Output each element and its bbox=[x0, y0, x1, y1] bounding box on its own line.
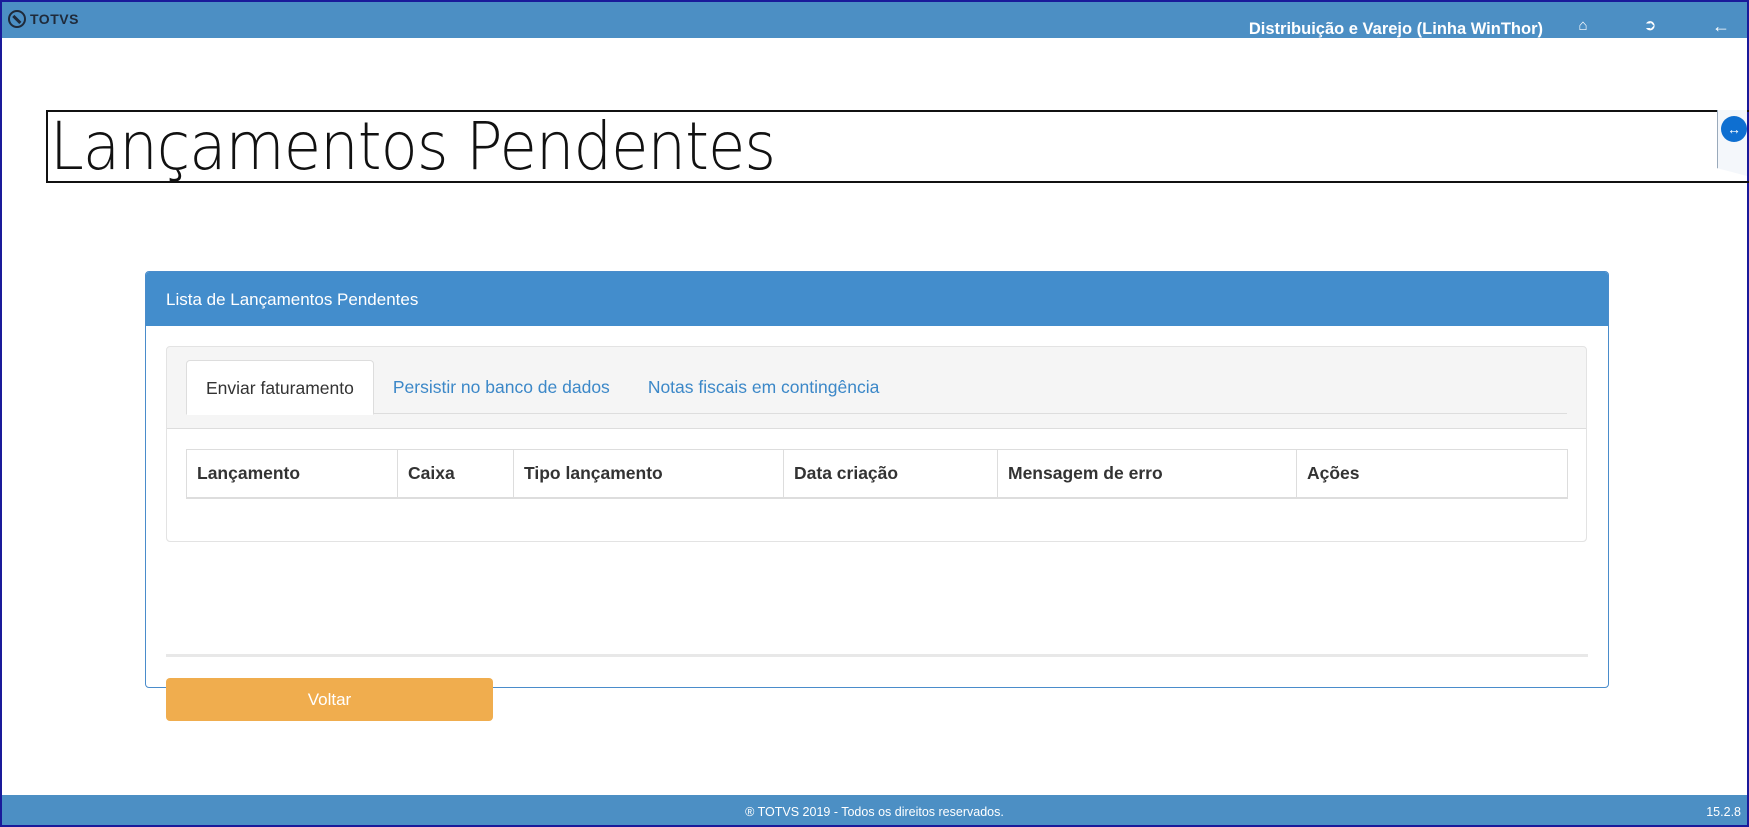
tab-notas-fiscais-contingencia[interactable]: Notas fiscais em contingência bbox=[629, 360, 899, 414]
panel-heading: Lista de Lançamentos Pendentes bbox=[146, 272, 1608, 326]
remote-support-widget[interactable]: ↔ bbox=[1717, 110, 1747, 176]
column-header-acoes[interactable]: Ações bbox=[1296, 449, 1568, 499]
tab-content: Lançamento Caixa Tipo lançamento Data cr… bbox=[167, 428, 1586, 541]
column-header-data-criacao[interactable]: Data criação bbox=[783, 449, 998, 499]
totvs-logo-icon bbox=[8, 10, 26, 28]
page-title-container: Lançamentos Pendentes bbox=[46, 110, 1749, 183]
footer-copyright: ® TOTVS 2019 - Todos os direitos reserva… bbox=[745, 805, 1004, 819]
tabs-well: Enviar faturamento Persistir no banco de… bbox=[166, 346, 1587, 542]
column-header-caixa[interactable]: Caixa bbox=[397, 449, 514, 499]
column-header-lancamento[interactable]: Lançamento bbox=[186, 449, 398, 499]
pending-list-panel: Lista de Lançamentos Pendentes Enviar fa… bbox=[145, 271, 1609, 721]
sign-out-icon[interactable]: ➲ bbox=[1638, 17, 1662, 35]
tab-enviar-faturamento[interactable]: Enviar faturamento bbox=[186, 360, 374, 415]
remote-support-icon: ↔ bbox=[1721, 116, 1747, 142]
product-title: Distribuição e Varejo (Linha WinThor) bbox=[1248, 20, 1543, 38]
back-button[interactable]: Voltar bbox=[166, 678, 493, 721]
tab-persistir-banco-dados[interactable]: Persistir no banco de dados bbox=[374, 360, 629, 414]
home-icon[interactable]: ⌂ bbox=[1571, 17, 1595, 35]
arrow-left-icon[interactable]: ← bbox=[1709, 17, 1733, 35]
footer: ® TOTVS 2019 - Todos os direitos reserva… bbox=[2, 795, 1747, 825]
top-navbar: TOTVS Distribuição e Varejo (Linha WinTh… bbox=[2, 2, 1747, 38]
tab-bar: Enviar faturamento Persistir no banco de… bbox=[186, 360, 1567, 415]
table-header-row: Lançamento Caixa Tipo lançamento Data cr… bbox=[186, 449, 1568, 499]
page-title: Lançamentos Pendentes bbox=[50, 108, 776, 185]
divider bbox=[166, 654, 1588, 657]
column-header-mensagem-erro[interactable]: Mensagem de erro bbox=[997, 449, 1297, 499]
column-header-tipo-lancamento[interactable]: Tipo lançamento bbox=[513, 449, 784, 499]
app-window: TOTVS Distribuição e Varejo (Linha WinTh… bbox=[0, 0, 1749, 827]
totvs-logo[interactable]: TOTVS bbox=[8, 10, 79, 28]
app-version: 15.2.8 bbox=[1706, 805, 1741, 819]
logo-text: TOTVS bbox=[30, 11, 79, 27]
pending-table: Lançamento Caixa Tipo lançamento Data cr… bbox=[186, 449, 1568, 499]
panel-body: Enviar faturamento Persistir no banco de… bbox=[146, 326, 1608, 721]
